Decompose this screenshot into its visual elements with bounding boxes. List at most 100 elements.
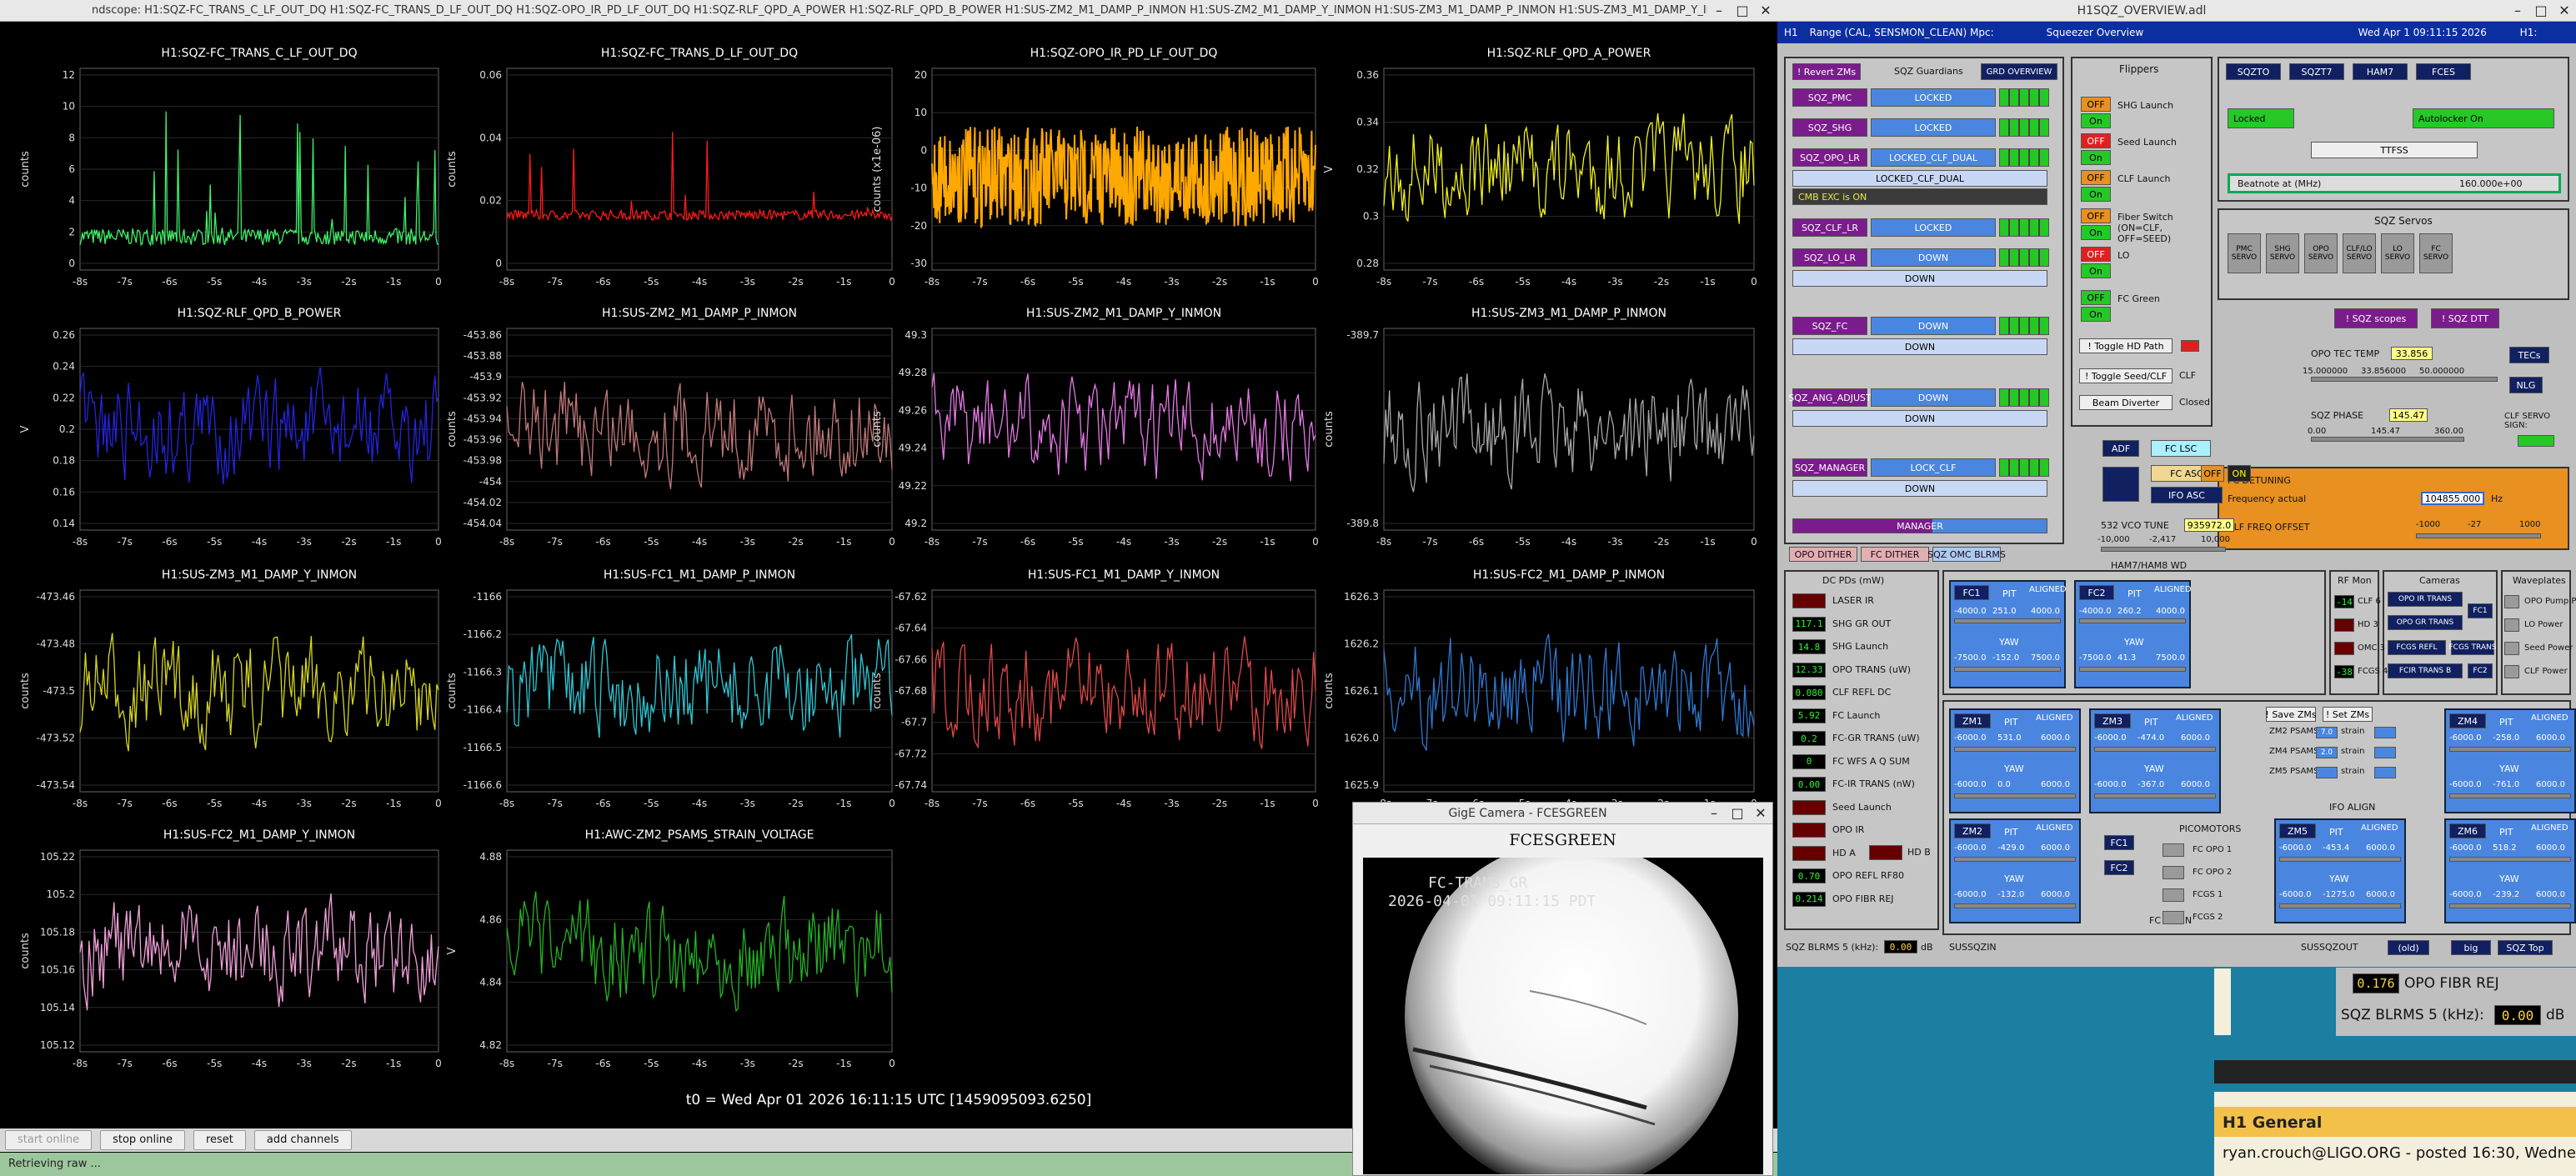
camera-button-2[interactable]: OPO GR TRANS <box>2388 615 2463 630</box>
plot-10[interactable]: H1:SUS-FC1_M1_DAMP_P_INMON -1166 -1166.2 -1… <box>446 568 895 809</box>
guardian-name-1[interactable]: SQZ_PMC <box>1792 88 1867 107</box>
toggle-hd-path-button[interactable]: ! Toggle HD Path <box>2079 338 2173 353</box>
fc-lsc-button[interactable]: FC LSC <box>2151 440 2211 457</box>
plot-6[interactable]: H1:SUS-ZM2_M1_DAMP_P_INMON -453.86 -453.88… <box>446 307 895 548</box>
servo-button-3[interactable]: OPO SERVO <box>2304 233 2338 273</box>
opo-tec-slider[interactable] <box>2311 377 2498 382</box>
picomotor-button-2[interactable] <box>2163 866 2184 879</box>
servo-button-2[interactable]: SHG SERVO <box>2266 233 2299 273</box>
ham7-yaw-slider[interactable] <box>1954 667 2061 672</box>
fc-asc-on[interactable]: ON <box>2228 465 2251 482</box>
stop-online-button[interactable]: stop online <box>100 1130 185 1150</box>
ham7-pit-slider[interactable] <box>2079 618 2186 623</box>
minimize-icon[interactable]: – <box>2508 2 2527 20</box>
tecs-button[interactable]: TECs <box>2509 347 2549 363</box>
maximize-icon[interactable]: □ <box>1728 804 1747 823</box>
zm-yaw-slider[interactable] <box>2279 903 2401 908</box>
guardian-request-5[interactable]: DOWN <box>1792 270 2047 287</box>
reset-button[interactable]: reset <box>193 1130 246 1150</box>
zm-pit-slider[interactable] <box>2449 747 2571 752</box>
nlg-button[interactable]: NLG <box>2509 377 2543 393</box>
ndscope-title-bar[interactable]: ndscope: H1:SQZ-FC_TRANS_C_LF_OUT_DQ H1:… <box>0 0 1777 22</box>
tab-3[interactable]: SQZ OMC BLRMS <box>1927 547 2006 562</box>
zm-pit-slider[interactable] <box>1954 747 2076 752</box>
beam-diverter-button[interactable]: Beam Diverter <box>2079 395 2173 410</box>
zm-button-6[interactable]: ZM6 <box>2449 823 2486 838</box>
plot-9[interactable]: H1:SUS-ZM3_M1_DAMP_Y_INMON -473.46 -473.48… <box>19 568 442 809</box>
old-button[interactable]: (old) <box>2388 940 2429 955</box>
guardian-name-6[interactable]: SQZ_FC <box>1792 317 1867 335</box>
zm-button-2[interactable]: ZM3 <box>2094 713 2131 728</box>
plot-11[interactable]: H1:SUS-FC1_M1_DAMP_Y_INMON -67.62 -67.64 -6… <box>871 568 1319 809</box>
flipper-state-4[interactable]: OFF <box>2081 208 2111 223</box>
zm-fc2-button[interactable]: FC2 <box>2104 860 2134 875</box>
zm-yaw-slider[interactable] <box>2094 793 2216 798</box>
zm-yaw-slider[interactable] <box>1954 793 2076 798</box>
servo-button-5[interactable]: LO SERVO <box>2381 233 2414 273</box>
camera-button-7[interactable]: FC2 <box>2468 663 2493 678</box>
asc-off-on-button[interactable] <box>2102 467 2139 502</box>
flipper-state-1[interactable]: OFF <box>2081 97 2111 112</box>
rlf-offset-slider[interactable] <box>2416 533 2541 538</box>
vco-slider[interactable] <box>2101 547 2226 552</box>
plot-13[interactable]: H1:SUS-FC2_M1_DAMP_Y_INMON 105.22 105.2 105… <box>19 828 442 1069</box>
adf-button[interactable]: ADF <box>2102 440 2139 457</box>
plot-7[interactable]: H1:SUS-ZM2_M1_DAMP_Y_INMON 49.3 49.28 49.26… <box>871 307 1319 548</box>
waveplate-button-1[interactable] <box>2504 595 2519 608</box>
guardian-name-4[interactable]: SQZ_CLF_LR <box>1792 218 1867 237</box>
ifo-asc-button[interactable]: IFO ASC <box>2151 487 2223 503</box>
overview-link-sqzto[interactable]: SQZTO <box>2226 63 2281 80</box>
plot-5[interactable]: H1:SQZ-RLF_QPD_B_POWER 0.26 0.24 0.22 0.2 0.1… <box>19 307 442 548</box>
start-online-button[interactable]: start online <box>5 1130 93 1150</box>
freq-actual-input[interactable]: 104855.000 <box>2421 492 2484 505</box>
guardian-name-5[interactable]: SQZ_LO_LR <box>1792 248 1867 267</box>
ttfss-button[interactable]: TTFSS <box>2311 142 2478 158</box>
servo-button-6[interactable]: FC SERVO <box>2419 233 2453 273</box>
medm-title-bar[interactable]: H1SQZ_OVERVIEW.adl – □ ✕ <box>1777 0 2576 22</box>
plot-8[interactable]: H1:SUS-ZM3_M1_DAMP_P_INMON -389.7 -389.8 co… <box>1323 307 1757 548</box>
camera-button-4[interactable]: FCGS TRANS <box>2449 640 2497 655</box>
tab-2[interactable]: FC DITHER <box>1861 547 1929 562</box>
overview-link-fces[interactable]: FCES <box>2416 63 2471 80</box>
zm-fc1-button[interactable]: FC1 <box>2104 835 2134 850</box>
alog-post-link[interactable]: ryan.crouch@LIGO.ORG - posted 16:30, Wed… <box>2223 1144 2576 1162</box>
picomotor-button-3[interactable] <box>2163 888 2184 902</box>
camera-button-3[interactable]: FCGS REFL <box>2388 640 2446 655</box>
guardian-name-8[interactable]: SQZ_MANAGER <box>1792 458 1867 477</box>
plot-12[interactable]: H1:SUS-FC2_M1_DAMP_P_INMON 1626.3 1626.2 16… <box>1323 568 1757 809</box>
flipper-state-6[interactable]: OFF <box>2081 290 2111 305</box>
servo-button-4[interactable]: CLF/LO SERVO <box>2343 233 2376 273</box>
camera-button-5[interactable]: FCIR TRANS B <box>2388 663 2463 678</box>
waveplate-button-3[interactable] <box>2504 642 2519 655</box>
guardian-name-2[interactable]: SQZ_SHG <box>1792 118 1867 137</box>
minimize-icon[interactable]: – <box>1705 804 1723 823</box>
guardian-name-3[interactable]: SQZ_OPO_LR <box>1792 148 1867 167</box>
waveplate-button-4[interactable] <box>2504 665 2519 678</box>
guardian-request-3[interactable]: LOCKED_CLF_DUAL <box>1792 170 2047 187</box>
sqz-scopes-button[interactable]: ! SQZ scopes <box>2334 308 2418 328</box>
maximize-icon[interactable]: □ <box>1733 2 1752 20</box>
grd-overview-button[interactable]: GRD OVERVIEW <box>1981 63 2057 80</box>
tab-1[interactable]: OPO DITHER <box>1789 547 1857 562</box>
plot-14[interactable]: H1:AWC-ZM2_PSAMS_STRAIN_VOLTAGE 4.88 4.86 4… <box>446 828 895 1069</box>
flipper-state-5[interactable]: OFF <box>2081 247 2111 262</box>
ham7-optic-button-1[interactable]: FC1 <box>1954 585 1989 600</box>
ham7-yaw-slider[interactable] <box>2079 667 2186 672</box>
ham7-pit-slider[interactable] <box>1954 618 2061 623</box>
clf-servo-sign-toggle[interactable] <box>2518 435 2554 447</box>
picomotor-button-4[interactable] <box>2163 911 2184 924</box>
waveplate-button-2[interactable] <box>2504 618 2519 632</box>
zm-button-4[interactable]: ZM4 <box>2449 713 2486 728</box>
overview-link-ham7[interactable]: HAM7 <box>2353 63 2408 80</box>
fc-asc-off[interactable]: OFF <box>2201 465 2224 482</box>
flipper-state-2[interactable]: OFF <box>2081 133 2111 148</box>
zm-button-1[interactable]: ZM1 <box>1954 713 1991 728</box>
camera-title-bar[interactable]: GigE Camera - FCESGREEN – □ ✕ <box>1353 803 1772 824</box>
sqz-dtt-button[interactable]: ! SQZ DTT <box>2431 308 2499 328</box>
zm-yaw-slider[interactable] <box>1954 903 2076 908</box>
zm-yaw-slider[interactable] <box>2449 903 2571 908</box>
plot-2[interactable]: H1:SQZ-FC_TRANS_D_LF_OUT_DQ 0.06 0.04 0.02 0… <box>446 47 895 288</box>
overview-link-sqzt7[interactable]: SQZT7 <box>2289 63 2344 80</box>
camera-button-6[interactable]: FC1 <box>2468 603 2493 618</box>
servo-button-1[interactable]: PMC SERVO <box>2228 233 2261 273</box>
